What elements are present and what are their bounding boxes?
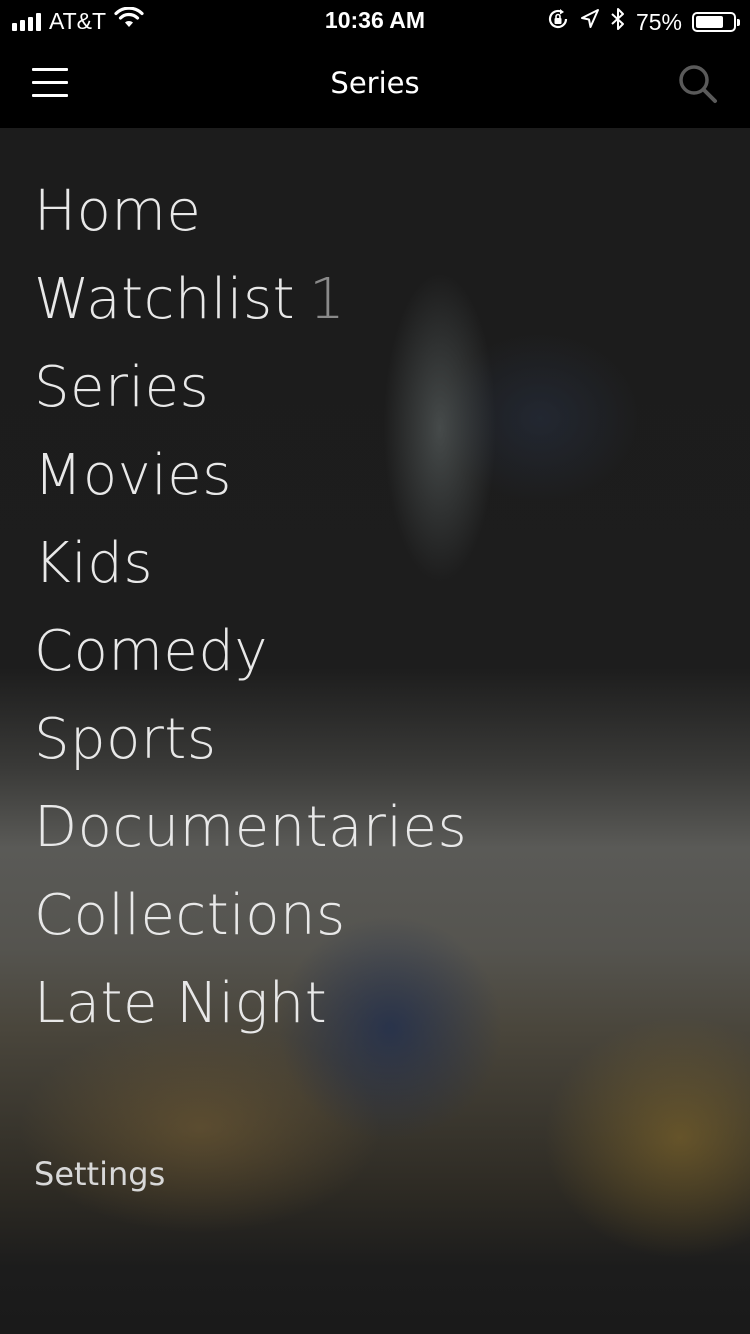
side-menu: Home Watchlist 1 Series Movies Kids Comedy Spor… [34,168,730,1048]
watchlist-count-badge: 1 [309,267,346,332]
battery-icon [692,12,740,32]
status-right: 75% [546,7,740,37]
menu-item-label: Kids [34,531,154,596]
battery-percent: 75% [635,8,682,35]
menu-item-movies[interactable]: Movies [34,432,730,520]
page-title: Series [330,66,420,100]
orientation-lock-icon [546,7,570,37]
menu-item-label: Comedy [34,619,269,684]
menu-item-collections[interactable]: Collections [34,872,730,960]
menu-item-late-night[interactable]: Late Night [34,960,730,1048]
menu-item-series[interactable]: Series [34,344,730,432]
menu-item-label: Series [34,355,210,420]
menu-item-label: Collections [34,883,346,948]
search-icon[interactable] [676,62,720,106]
menu-item-comedy[interactable]: Comedy [34,608,730,696]
menu-item-home[interactable]: Home [34,168,730,256]
menu-item-label: Home [34,179,202,244]
bluetooth-icon [610,7,626,37]
menu-item-label: Documentaries [34,795,468,860]
battery-level [696,16,723,28]
status-bar: AT&T 10:36 AM 75% [0,0,750,42]
menu-item-documentaries[interactable]: Documentaries [34,784,730,872]
nav-bar: Series [0,42,750,128]
menu-item-watchlist[interactable]: Watchlist 1 [34,256,730,344]
menu-item-sports[interactable]: Sports [34,696,730,784]
location-icon [580,8,600,36]
menu-item-kids[interactable]: Kids [34,520,730,608]
menu-item-label: Sports [34,707,217,772]
menu-item-label: Late Night [34,971,328,1036]
app-screen: AT&T 10:36 AM 75% Series Home Watchlist … [0,0,750,1334]
settings-link[interactable]: Settings [34,1155,165,1193]
menu-item-label: Watchlist [34,267,296,332]
menu-item-label: Movies [34,443,232,508]
